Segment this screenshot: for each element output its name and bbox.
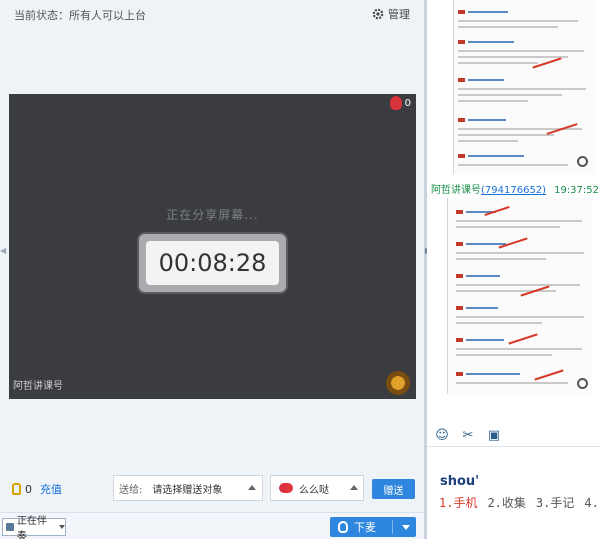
ime-candidate-list: 1.手机 2.收集 3.手记 4. — [439, 494, 600, 511]
gift-icon — [279, 483, 293, 493]
share-timer-value: 00:08:28 — [146, 241, 279, 285]
mic-icon — [338, 521, 348, 533]
ime-candidate[interactable]: 4. — [584, 496, 598, 510]
fan-counter[interactable]: 0 — [389, 96, 411, 110]
room-panel: 当前状态：所有人可以上台 管理 0 正在分享屏幕... 00:08:28 阿哲讲… — [0, 0, 424, 539]
lock-icon — [12, 483, 21, 495]
ime-composition-text: shou' — [440, 474, 480, 489]
image-icon[interactable]: ▣ — [487, 428, 501, 443]
sharing-status-text: 正在分享屏幕... — [166, 208, 259, 222]
accompaniment-mode-select[interactable]: 正在伴奏 — [2, 516, 66, 539]
recipient-value: 请选择赠送对象 — [152, 484, 223, 496]
fan-count: 0 — [404, 97, 411, 109]
chevron-down-icon[interactable] — [402, 525, 410, 530]
flower-icon — [389, 96, 402, 110]
accompaniment-mode-label: 正在伴奏 — [16, 516, 47, 539]
scissors-icon[interactable]: ✂ — [461, 428, 475, 443]
manage-button[interactable]: 管理 — [372, 6, 410, 22]
collapse-left-arrow-icon[interactable]: ◀ — [0, 246, 6, 255]
button-divider — [392, 520, 393, 534]
share-timer: 00:08:28 — [139, 234, 286, 292]
chevron-up-icon — [248, 485, 256, 490]
host-badge-icon — [386, 371, 410, 395]
chat-panel: 阿哲讲课号(794176652) 19:37:52 ☺ ✂ ▣ shou' 1.手… — [427, 0, 600, 539]
chat-message-header: 阿哲讲课号(794176652) 19:37:52 — [431, 181, 599, 196]
screen-share-stage[interactable]: 0 正在分享屏幕... 00:08:28 阿哲讲课号 — [9, 94, 416, 399]
ime-candidate[interactable]: 3.手记 — [536, 496, 574, 510]
leave-mic-label: 下麦 — [354, 521, 376, 534]
chevron-down-icon — [59, 525, 65, 529]
message-time: 19:37:52 — [554, 185, 599, 196]
recipient-select[interactable]: 送给: 请选择赠送对象 — [113, 475, 263, 501]
room-status-bar: 当前状态：所有人可以上台 管理 — [0, 0, 424, 28]
recharge-link[interactable]: 充值 — [40, 481, 62, 497]
manage-label: 管理 — [388, 8, 410, 21]
zoom-in-icon[interactable] — [577, 378, 588, 389]
sender-name[interactable]: 阿哲讲课号 — [431, 185, 481, 196]
sender-qq-link[interactable]: (794176652) — [481, 185, 546, 196]
room-status-text: 当前状态：所有人可以上台 — [14, 9, 146, 22]
gift-bar: 0 充值 送给: 请选择赠送对象 么么哒 赠送 — [0, 474, 424, 502]
music-icon — [6, 523, 14, 531]
flower-balance: 0 充值 — [12, 481, 62, 497]
zoom-in-icon[interactable] — [577, 156, 588, 167]
gift-select[interactable]: 么么哒 — [270, 475, 364, 501]
chat-toolbar: ☺ ✂ ▣ — [435, 428, 501, 443]
ime-candidate[interactable]: 2.收集 — [487, 496, 525, 510]
smiley-icon[interactable]: ☺ — [435, 428, 449, 443]
ime-candidate[interactable]: 1.手机 — [439, 496, 477, 510]
recipient-label: 送给: — [119, 484, 143, 496]
message-composer[interactable]: shou' 1.手机 2.收集 3.手记 4. — [427, 446, 600, 539]
room-footer: 正在伴奏 下麦 — [0, 512, 424, 539]
chat-image-top[interactable] — [453, 0, 595, 174]
chevron-up-icon — [350, 485, 358, 490]
host-name-label: 阿哲讲课号 — [13, 381, 63, 392]
chat-image-bottom[interactable] — [447, 198, 593, 394]
gift-name: 么么哒 — [299, 484, 329, 496]
gear-icon — [372, 8, 384, 20]
leave-mic-button[interactable]: 下麦 — [330, 517, 416, 537]
send-gift-button[interactable]: 赠送 — [372, 479, 415, 499]
flower-balance-count: 0 — [25, 482, 32, 496]
